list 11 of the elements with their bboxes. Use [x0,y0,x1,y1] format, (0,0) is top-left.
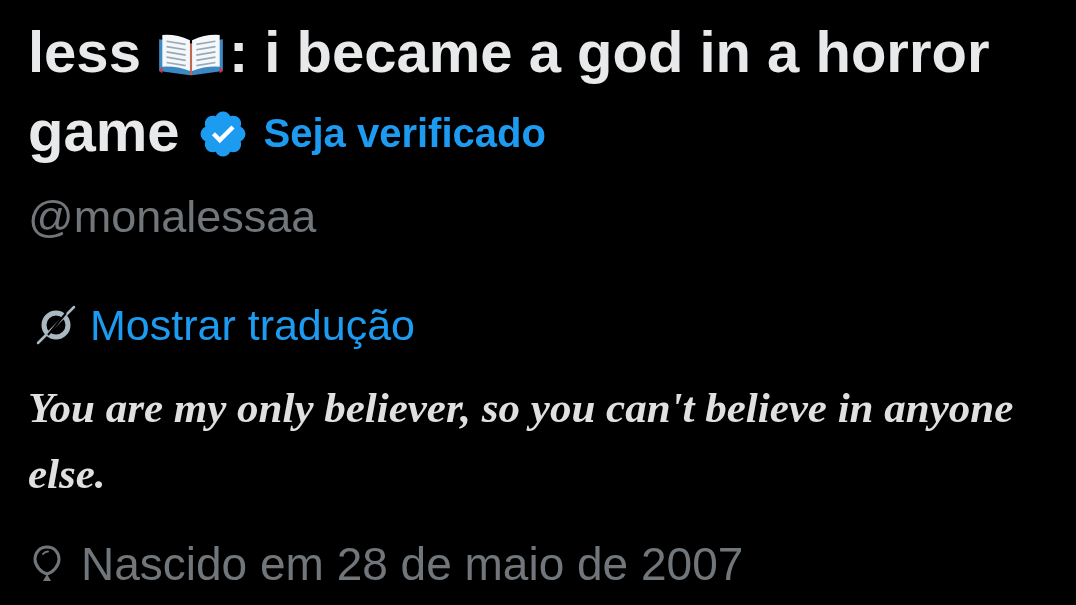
translate-link[interactable]: Mostrar tradução [28,299,416,351]
verify-link[interactable]: Seja verificado [263,111,546,155]
display-name: : i became a god in a horror [228,19,990,84]
handle-text: @monalessaa [28,190,317,244]
open-book-icon [156,32,225,76]
birthday-text: Nascido em 28 de maio de 2007 [81,537,744,591]
balloon-icon [33,545,61,583]
display-name: less [28,19,141,84]
translate-icon [36,305,76,345]
bio-text: You are my only believer, so you can't believe in anyone else. [28,383,1015,499]
display-name: game [28,98,180,163]
